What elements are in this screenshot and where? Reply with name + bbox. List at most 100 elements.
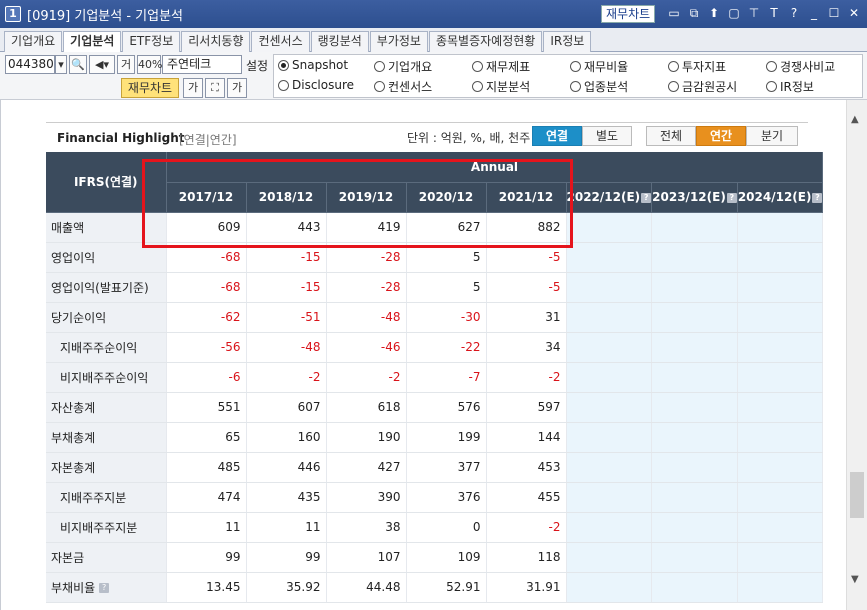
stock-code-input[interactable]: 044380 [5,55,55,74]
row-label[interactable]: 자본금 [46,542,167,573]
scroll-thumb[interactable] [850,472,864,518]
table-cell [737,422,824,453]
speaker-button[interactable]: ◀▾ [89,55,115,74]
radio-option-1[interactable]: 기업개요 [374,58,432,75]
table-cell [651,212,738,243]
controls-bar: 044380 ▾ 🔍 ◀▾ 거 40% 주연테크 설정 재무차트 가 ⛶ 가 S… [0,52,867,100]
radio-option-6[interactable]: Disclosure [278,78,354,92]
all-periods-button[interactable]: 전체 [646,126,696,146]
help-icon[interactable]: ? [726,192,737,203]
help-icon[interactable]: ? [785,4,803,22]
table-row: 자본금 99 99 107 109 118 [46,542,824,573]
row-label[interactable]: 비지배주주지분 [46,512,167,543]
maximize-icon[interactable]: ☐ [825,4,843,22]
row-label[interactable]: 영업이익 [46,242,167,273]
help-icon[interactable]: ? [99,583,110,593]
row-label[interactable]: 매출액 [46,212,167,243]
radio-option-3[interactable]: 재무비율 [570,58,628,75]
row-label[interactable]: 지배주주지분 [46,482,167,513]
row-label[interactable]: 비지배주주순이익 [46,362,167,393]
radio-label: Snapshot [292,58,349,72]
font-small-button[interactable]: 가 [183,78,203,98]
annual-button[interactable]: 연간 [696,126,746,146]
radio-option-2[interactable]: 재무제표 [472,58,530,75]
table-cell [737,242,824,273]
table-cell [566,452,653,483]
radio-option-9[interactable]: 업종분석 [570,78,628,95]
table-cell [651,422,738,453]
tab-0[interactable]: 기업개요 [4,31,63,52]
table-cell: 34 [486,332,567,363]
table-cell: -48 [246,332,327,363]
row-label[interactable]: 부채총계 [46,422,167,453]
help-icon[interactable]: ? [812,192,823,203]
window-icon[interactable]: ▢ [725,4,743,22]
radio-option-5[interactable]: 경쟁사비교 [766,58,835,75]
radio-option-11[interactable]: IR정보 [766,78,814,95]
tab-8[interactable]: IR정보 [543,31,592,52]
ga-button[interactable]: 거 [117,55,135,74]
radio-option-7[interactable]: 컨센서스 [374,78,432,95]
tab-6[interactable]: 부가정보 [369,31,428,52]
row-label-text: 자산총계 [51,400,96,415]
table-cell: 0 [406,512,487,543]
search-button[interactable]: 🔍 [69,55,87,74]
financial-chart-top-button[interactable]: 재무차트 [601,5,656,23]
restore-icon[interactable]: ⧉ [685,4,703,22]
tab-3[interactable]: 리서치동향 [181,31,251,52]
stock-name-input[interactable]: 주연테크 [162,55,242,74]
tab-2[interactable]: ETF정보 [122,31,181,52]
radio-dot-icon [766,61,777,72]
code-dropdown-button[interactable]: ▾ [55,55,67,74]
font-large-button[interactable]: 가 [227,78,247,98]
tab-5[interactable]: 랭킹분석 [310,31,369,52]
separate-button[interactable]: 별도 [582,126,632,146]
radio-option-10[interactable]: 금감원공시 [668,78,737,95]
row-label[interactable]: 자산총계 [46,392,167,423]
row-label[interactable]: 자본총계 [46,452,167,483]
pin-icon[interactable]: ⬆ [705,4,723,22]
row-label[interactable]: 영업이익(발표기준) [46,272,167,303]
tab-4[interactable]: 컨센서스 [251,31,310,52]
quarter-button[interactable]: 분기 [746,126,798,146]
annual-header: Annual [166,152,824,183]
chart-icon[interactable]: ▭ [665,4,683,22]
table-cell [737,482,824,513]
row-label[interactable]: 지배주주순이익 [46,332,167,363]
close-icon[interactable]: ✕ [845,4,863,22]
radio-label: 경쟁사비교 [780,60,836,74]
table-cell: 455 [486,482,567,513]
scroll-up-icon[interactable]: ▲ [851,114,859,125]
minimize-icon[interactable]: _ [805,4,823,22]
window-controls: ▭ ⧉ ⬆ ▢ ⊤ T? _ ☐ ✕ [665,4,863,22]
radio-option-8[interactable]: 지분분석 [472,78,530,95]
tab-7[interactable]: 종목별증자예정현황 [428,31,543,52]
table-cell [737,542,824,573]
expand-button[interactable]: ⛶ [205,78,225,98]
setting-link[interactable]: 설정 [246,57,268,74]
radio-option-4[interactable]: 투자지표 [668,58,726,75]
tab-1[interactable]: 기업분석 [63,31,122,53]
consolidated-button[interactable]: 연결 [532,126,582,146]
scroll-down-icon[interactable]: ▼ [851,574,859,585]
row-label-text: 자본총계 [51,460,96,475]
window-number-badge[interactable]: 1 [5,6,21,22]
vertical-scrollbar[interactable]: ▲ ▼ [846,100,867,610]
help-icon[interactable]: ? [641,192,652,203]
row-label[interactable]: 당기순이익 [46,302,167,333]
font-icon[interactable]: T [765,4,783,22]
table-cell: 99 [246,542,327,573]
table-cell: 107 [326,542,407,573]
table-cell: -5 [486,272,567,303]
table-cell: 199 [406,422,487,453]
financial-chart-button[interactable]: 재무차트 [121,78,179,98]
table-cell [651,482,738,513]
table-cell [566,512,653,543]
table-row: 지배주주순이익 -56 -48 -46 -22 34 [46,332,824,363]
table-cell [651,572,738,603]
radio-option-0[interactable]: Snapshot [278,58,348,72]
percent-button[interactable]: 40% [137,55,162,74]
radio-label: IR정보 [780,80,814,94]
pushpin-icon[interactable]: ⊤ [745,4,763,22]
row-label[interactable]: 부채비율? [46,572,167,603]
